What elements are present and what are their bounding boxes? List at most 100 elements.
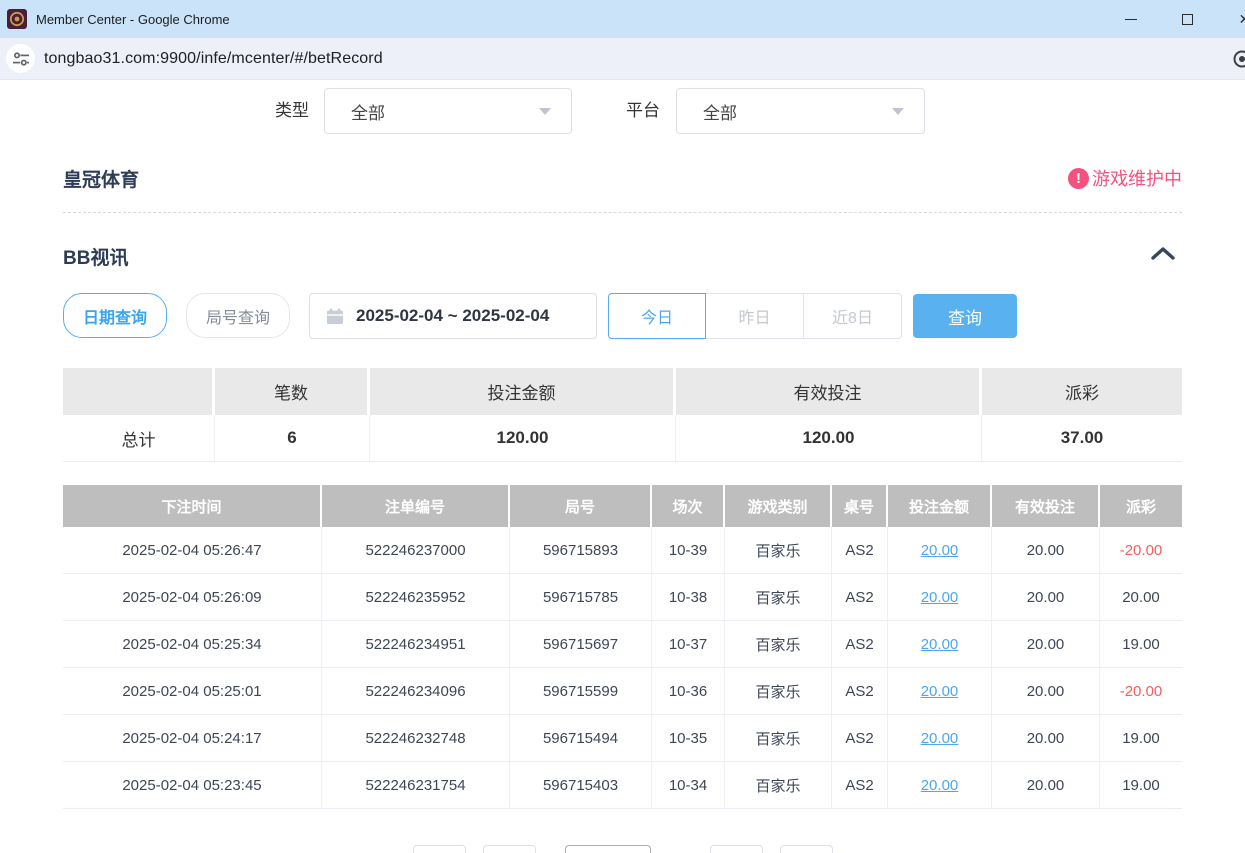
today-button[interactable]: 今日	[608, 293, 706, 339]
maximize-button[interactable]	[1159, 0, 1216, 38]
bet-time-cell: 2025-02-04 05:25:01	[63, 668, 322, 715]
calendar-icon	[326, 308, 344, 325]
bet-amount-link[interactable]: 20.00	[921, 589, 959, 606]
summary-header-cell: 投注金额	[370, 368, 676, 415]
round-id-cell: 596715403	[510, 762, 652, 809]
session-cell: 10-34	[652, 762, 725, 809]
bet-amount-link[interactable]: 20.00	[921, 730, 959, 747]
url-text[interactable]: tongbao31.com:9900/infe/mcenter/#/betRec…	[44, 50, 383, 68]
bet-time-cell: 2025-02-04 05:26:09	[63, 574, 322, 621]
bet-id-cell: 522246235952	[322, 574, 510, 621]
bet-time-cell: 2025-02-04 05:26:47	[63, 527, 322, 574]
chevron-up-icon	[1150, 246, 1176, 261]
minimize-button[interactable]	[1102, 0, 1159, 38]
type-select[interactable]: 全部	[324, 88, 572, 134]
pagination-button[interactable]	[710, 845, 763, 853]
summary-header-cell: 有效投注	[676, 368, 982, 415]
close-button[interactable]: ✕	[1216, 0, 1245, 38]
section-divider	[63, 212, 1182, 213]
table-row: 2025-02-04 05:25:01 522246234096 5967155…	[63, 668, 1182, 715]
address-bar[interactable]: tongbao31.com:9900/infe/mcenter/#/betRec…	[0, 38, 1245, 80]
round-id-cell: 596715599	[510, 668, 652, 715]
target-icon	[1231, 48, 1245, 70]
table-row: 2025-02-04 05:26:09 522246235952 5967157…	[63, 574, 1182, 621]
game-type-cell: 百家乐	[725, 762, 832, 809]
pagination-page-input[interactable]	[565, 845, 651, 853]
table-no-cell: AS2	[832, 668, 888, 715]
bet-id-cell: 522246237000	[322, 527, 510, 574]
bet-id-cell: 522246232748	[322, 715, 510, 762]
date-range-picker[interactable]: 2025-02-04 ~ 2025-02-04	[309, 293, 597, 339]
game-type-cell: 百家乐	[725, 668, 832, 715]
last-8-days-label: 近8日	[832, 304, 873, 328]
session-cell: 10-39	[652, 527, 725, 574]
collapse-section-button[interactable]	[1150, 246, 1176, 266]
bet-time-cell: 2025-02-04 05:23:45	[63, 762, 322, 809]
summary-bet-amount: 120.00	[370, 415, 676, 462]
bet-id-cell: 522246231754	[322, 762, 510, 809]
summary-payout: 37.00	[982, 415, 1182, 462]
bet-time-cell: 2025-02-04 05:25:34	[63, 621, 322, 668]
yesterday-button[interactable]: 昨日	[706, 293, 804, 339]
search-button[interactable]: 查询	[913, 294, 1017, 338]
valid-bet-cell: 20.00	[992, 621, 1100, 668]
bet-amount-link[interactable]: 20.00	[921, 542, 959, 559]
maximize-icon	[1182, 14, 1193, 25]
payout-cell: 19.00	[1100, 621, 1182, 668]
record-indicator-button[interactable]	[1231, 48, 1245, 75]
valid-bet-cell: 20.00	[992, 668, 1100, 715]
game-type-cell: 百家乐	[725, 574, 832, 621]
summary-table: 笔数 投注金额 有效投注 派彩 总计 6 120.00 120.00 37.00	[63, 368, 1182, 462]
payout-cell: 19.00	[1100, 715, 1182, 762]
minimize-icon	[1125, 19, 1137, 20]
payout-cell: -20.00	[1100, 668, 1182, 715]
payout-cell: 19.00	[1100, 762, 1182, 809]
payout-cell: -20.00	[1100, 527, 1182, 574]
bet-id-cell: 522246234951	[322, 621, 510, 668]
session-cell: 10-35	[652, 715, 725, 762]
round-query-tab[interactable]: 局号查询	[186, 293, 290, 338]
bet-time-cell: 2025-02-04 05:24:17	[63, 715, 322, 762]
tune-icon	[13, 51, 29, 67]
bet-header-cell: 局号	[510, 485, 652, 527]
pagination-button[interactable]	[780, 845, 833, 853]
summary-valid-bet: 120.00	[676, 415, 982, 462]
table-no-cell: AS2	[832, 621, 888, 668]
search-button-label: 查询	[948, 304, 982, 329]
bet-record-table: 下注时间 注单编号 局号 场次 游戏类别 桌号 投注金额 有效投注 派彩 202…	[63, 485, 1182, 809]
pagination-button[interactable]	[413, 845, 466, 853]
caret-down-icon	[892, 108, 904, 115]
bet-header-cell: 投注金额	[888, 485, 992, 527]
table-row: 2025-02-04 05:24:17 522246232748 5967154…	[63, 715, 1182, 762]
bet-header-cell: 注单编号	[322, 485, 510, 527]
round-query-label: 局号查询	[206, 304, 270, 328]
table-no-cell: AS2	[832, 715, 888, 762]
date-range-value: 2025-02-04 ~ 2025-02-04	[356, 306, 549, 326]
bet-amount-link[interactable]: 20.00	[921, 636, 959, 653]
table-no-cell: AS2	[832, 527, 888, 574]
round-id-cell: 596715697	[510, 621, 652, 668]
bet-header-cell: 桌号	[832, 485, 888, 527]
bb-section-title: BB视讯	[63, 243, 128, 270]
bet-header-cell: 场次	[652, 485, 725, 527]
session-cell: 10-38	[652, 574, 725, 621]
summary-header-row: 笔数 投注金额 有效投注 派彩	[63, 368, 1182, 415]
round-id-cell: 596715893	[510, 527, 652, 574]
last-8-days-button[interactable]: 近8日	[804, 293, 902, 339]
valid-bet-cell: 20.00	[992, 715, 1100, 762]
session-cell: 10-36	[652, 668, 725, 715]
payout-cell: 20.00	[1100, 574, 1182, 621]
date-query-tab[interactable]: 日期查询	[63, 293, 167, 338]
bet-amount-link[interactable]: 20.00	[921, 683, 959, 700]
summary-header-cell	[63, 368, 215, 415]
pagination-button[interactable]	[483, 845, 536, 853]
site-settings-button[interactable]	[6, 44, 35, 73]
platform-select[interactable]: 全部	[676, 88, 925, 134]
bet-header-cell: 有效投注	[992, 485, 1100, 527]
summary-count: 6	[215, 415, 370, 462]
table-row: 2025-02-04 05:23:45 522246231754 5967154…	[63, 762, 1182, 809]
date-query-label: 日期查询	[83, 304, 147, 328]
bet-amount-link[interactable]: 20.00	[921, 777, 959, 794]
table-row: 2025-02-04 05:26:47 522246237000 5967158…	[63, 527, 1182, 574]
game-type-cell: 百家乐	[725, 621, 832, 668]
